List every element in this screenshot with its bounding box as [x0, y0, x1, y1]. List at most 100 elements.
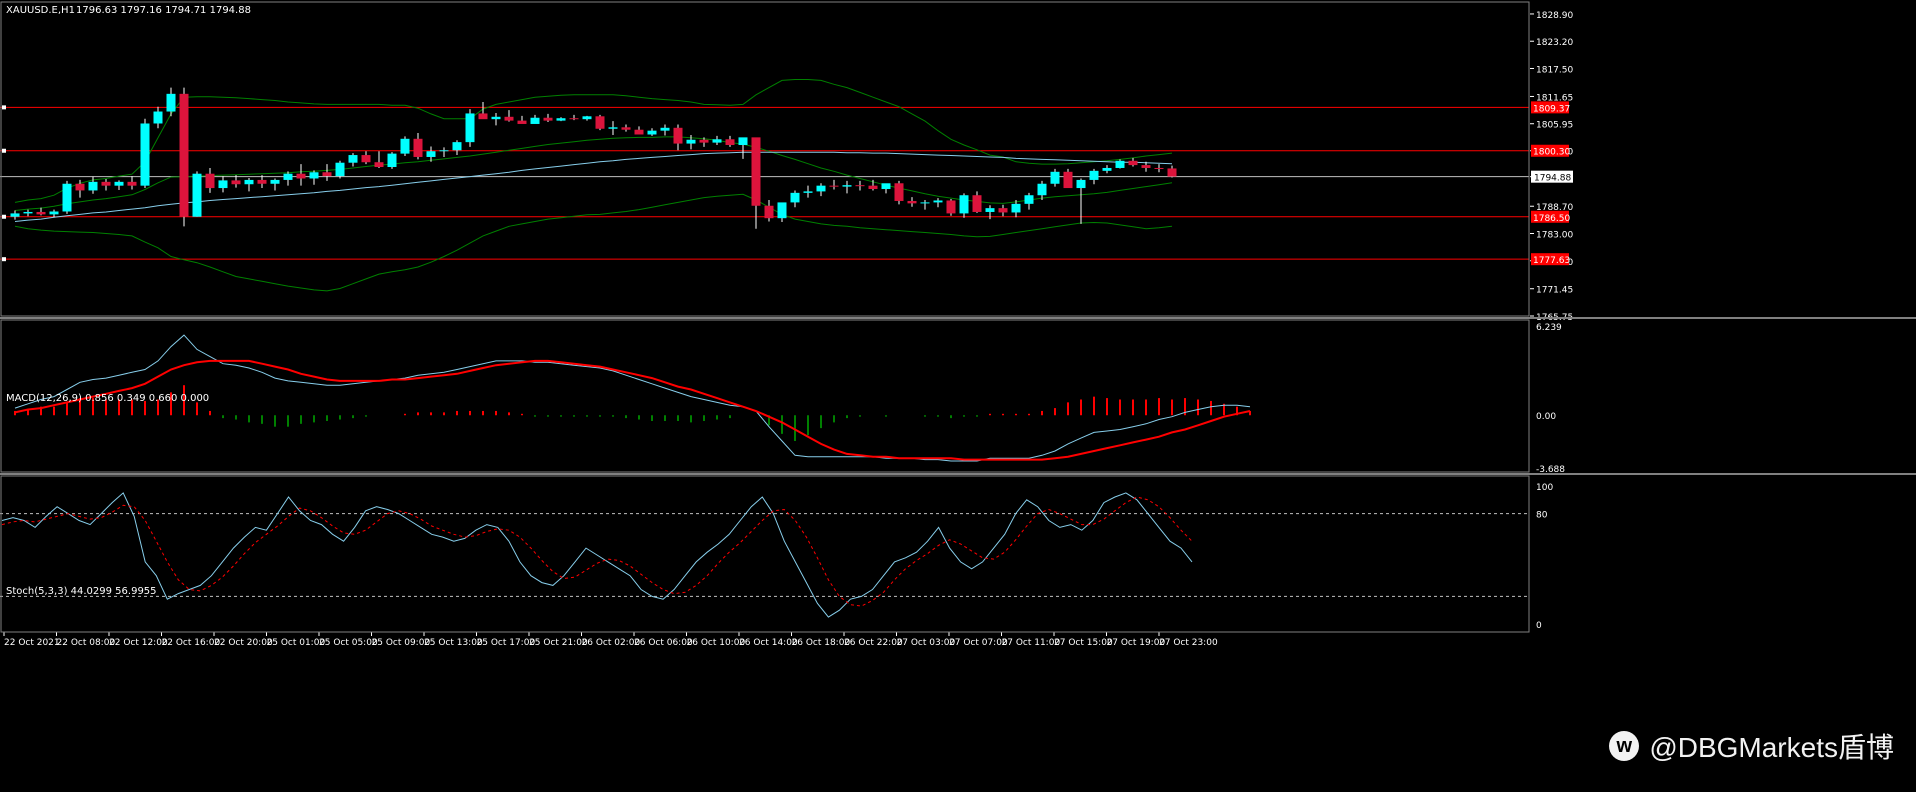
candle-body: [374, 162, 384, 168]
candle-body: [179, 93, 189, 217]
candle: [49, 209, 59, 218]
candle: [218, 176, 228, 193]
macd-label: MACD(12,26,9) 0.856 0.349 0.660 0.000: [6, 393, 209, 404]
candle-body: [504, 116, 514, 121]
trading-chart[interactable]: 1828.901823.201817.501811.651805.951800.…: [0, 0, 1916, 792]
level-marker: [2, 214, 6, 219]
x-tick-label: 27 Oct 15:00: [1054, 638, 1113, 648]
candle-body: [647, 130, 657, 135]
candle-body: [452, 142, 462, 151]
candle: [517, 115, 527, 124]
macd-y-tick-label: 0.00: [1536, 412, 1556, 422]
candle: [842, 180, 852, 194]
candle-body: [296, 173, 306, 179]
candle-body: [1063, 171, 1073, 189]
candle-body: [231, 180, 241, 185]
candle: [725, 135, 735, 147]
watermark-text: @DBGMarkets盾博: [1649, 732, 1894, 763]
candle-body: [998, 208, 1008, 213]
candle: [829, 179, 839, 190]
candle-body: [387, 153, 397, 168]
candle-body: [218, 180, 228, 189]
candle-body: [816, 185, 826, 192]
candle: [907, 197, 917, 207]
candle-body: [972, 195, 982, 212]
level-marker: [2, 105, 6, 110]
x-tick-label: 26 Oct 10:00: [687, 638, 746, 648]
x-tick-label: 26 Oct 14:00: [739, 638, 798, 648]
level-tag-label: 1809.37: [1533, 104, 1570, 114]
candle-body: [673, 127, 683, 144]
x-tick-label: 26 Oct 06:00: [634, 638, 693, 648]
candle-body: [1115, 160, 1125, 168]
x-tick-label: 27 Oct 07:00: [949, 638, 1008, 648]
moving-average-line: [14, 151, 1173, 222]
candle: [153, 106, 163, 129]
x-tick-label: 22 Oct 2021: [4, 638, 60, 648]
candle: [660, 124, 670, 136]
macd-signal-line: [14, 359, 1251, 461]
candle-body: [946, 200, 956, 214]
x-tick-label: 25 Oct 13:00: [424, 638, 483, 648]
price-panel[interactable]: [0, 79, 1529, 292]
candle-body: [517, 120, 527, 124]
candle: [751, 137, 761, 229]
x-tick-label: 22 Oct 16:00: [162, 638, 221, 648]
candle-body: [582, 116, 592, 120]
candle-body: [465, 113, 475, 143]
candle: [634, 126, 644, 135]
candle: [1154, 164, 1164, 173]
candle: [946, 199, 956, 216]
stoch-y-tick-label: 80: [1536, 511, 1548, 521]
candle: [855, 180, 865, 191]
candle-body: [205, 173, 215, 189]
candle: [530, 114, 540, 124]
weibo-icon: w: [1609, 731, 1640, 761]
y-tick-label: 1805.95: [1536, 121, 1573, 131]
candle: [387, 152, 397, 169]
candle-body: [855, 185, 865, 187]
candle-body: [985, 208, 995, 212]
x-tick-label: 27 Oct 23:00: [1159, 638, 1218, 648]
level-marker: [2, 257, 6, 262]
candle: [608, 121, 618, 135]
candle: [543, 113, 553, 123]
candle-body: [530, 117, 540, 124]
candle: [738, 137, 748, 159]
candle-body: [140, 123, 150, 186]
candle: [166, 87, 176, 117]
y-tick-label: 1794.88: [1534, 174, 1571, 184]
candle-body: [257, 179, 267, 184]
stochastic-panel[interactable]: [0, 492, 1529, 618]
candle-body: [543, 117, 553, 121]
candle-body: [1076, 179, 1086, 189]
symbol-label: XAUUSD.E,H1: [6, 5, 75, 16]
candle: [23, 209, 33, 217]
candle-body: [621, 127, 631, 130]
candle: [1063, 168, 1073, 189]
candle: [998, 204, 1008, 217]
level-marker: [2, 148, 6, 153]
candle: [816, 183, 826, 197]
candle: [777, 202, 787, 223]
candle-body: [1011, 203, 1021, 213]
candle: [192, 171, 202, 217]
stoch-y-tick-label: 100: [1536, 483, 1553, 493]
candle-body: [920, 202, 930, 204]
panel-frame: [0, 319, 1530, 473]
panel-frame: [0, 475, 1530, 633]
x-tick-label: 26 Oct 22:00: [844, 638, 903, 648]
candle-body: [62, 183, 72, 212]
y-tick-label: 1823.20: [1536, 38, 1573, 48]
x-tick-label: 26 Oct 02:00: [582, 638, 641, 648]
candle: [959, 193, 969, 218]
candle-body: [1141, 165, 1151, 168]
candle-body: [348, 155, 358, 163]
price-axis: 1828.901823.201817.501811.651805.951800.…: [3, 11, 1573, 648]
candle-body: [803, 191, 813, 193]
candle-body: [634, 129, 644, 135]
candle-body: [166, 93, 176, 112]
candle: [465, 109, 475, 147]
bollinger-lower: [14, 193, 1173, 292]
stoch-y-tick-label: 0: [1536, 621, 1542, 631]
